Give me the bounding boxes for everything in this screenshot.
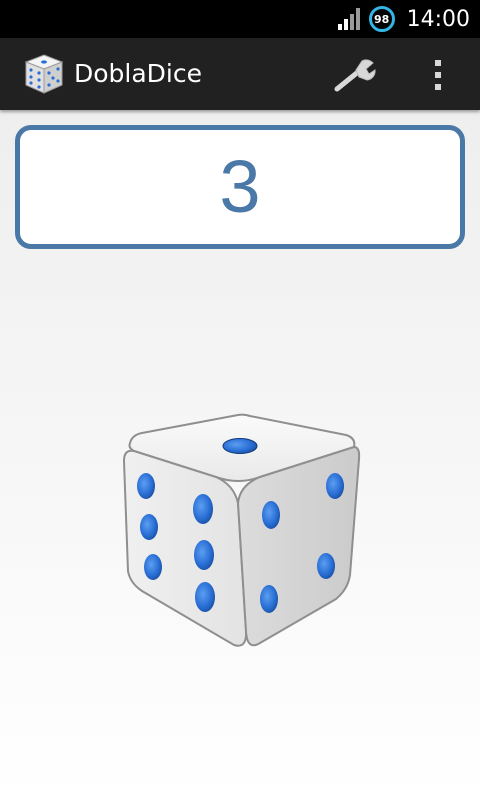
- app-title: DoblaDice: [74, 59, 203, 88]
- overflow-menu-button[interactable]: [420, 54, 456, 96]
- overflow-menu-icon: [435, 60, 441, 90]
- dice-button[interactable]: [110, 405, 370, 665]
- result-display: 3: [15, 125, 465, 249]
- settings-button[interactable]: [328, 54, 380, 96]
- battery-level: 98: [373, 12, 390, 26]
- status-indicators: 98 14:00: [337, 0, 470, 38]
- wrench-icon: [334, 59, 376, 92]
- dice-icon: [122, 413, 361, 647]
- result-value: 3: [219, 145, 261, 228]
- app-dice-icon[interactable]: [22, 52, 66, 96]
- clock: 14:00: [406, 6, 470, 32]
- status-bar: 98 14:00: [0, 0, 480, 38]
- battery-icon: 98: [368, 6, 395, 32]
- signal-icon: [337, 8, 360, 30]
- action-bar: DoblaDice: [0, 38, 480, 110]
